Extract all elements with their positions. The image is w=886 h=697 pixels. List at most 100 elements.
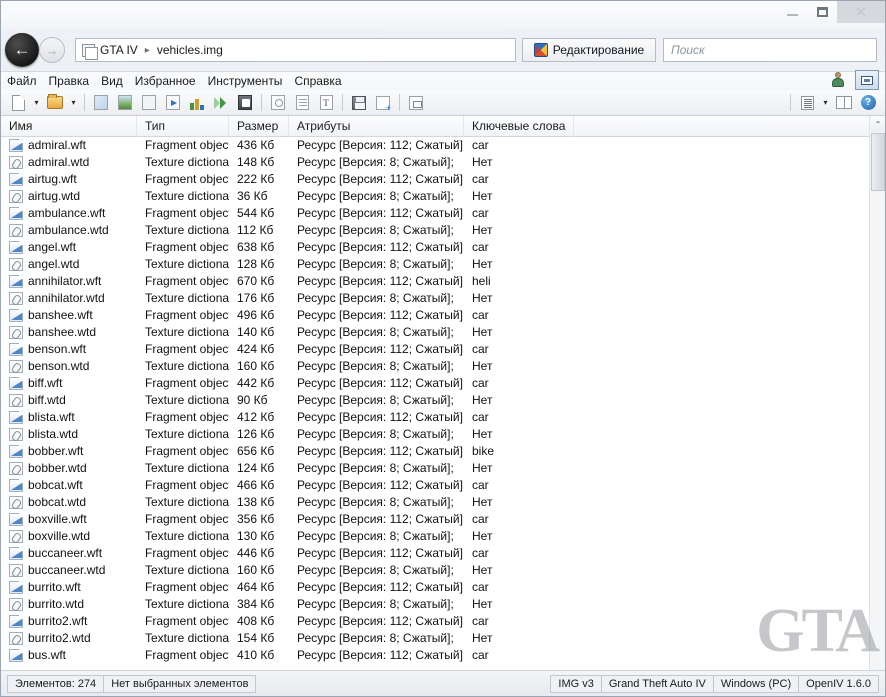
- menu-item-help[interactable]: Справка: [294, 74, 341, 88]
- table-row[interactable]: bobber.wft Fragment object 656 Кб Ресурс [В…: [1, 443, 885, 460]
- cell-size: 356 Кб: [237, 512, 275, 526]
- table-row[interactable]: burrito2.wft Fragment object 408 Кб Ресурс …: [1, 613, 885, 630]
- forward-button[interactable]: →: [39, 37, 65, 63]
- cell-name: airtug.wtd: [1, 188, 137, 205]
- file-name: angel.wtd: [28, 257, 80, 271]
- new-file-button[interactable]: [7, 92, 29, 113]
- table-row[interactable]: boxville.wft Fragment object 356 Кб Ресурс …: [1, 511, 885, 528]
- table-row[interactable]: buccaneer.wtd Texture dictionary 160 Кб Рес…: [1, 562, 885, 579]
- table-row[interactable]: burrito2.wtd Texture dictionary 154 Кб Ресу…: [1, 630, 885, 647]
- menu-item-edit[interactable]: Правка: [49, 74, 90, 88]
- column-header-attributes[interactable]: Атрибуты: [289, 115, 464, 137]
- table-row[interactable]: airtug.wtd Texture dictionary 36 Кб Ресурс …: [1, 188, 885, 205]
- table-row[interactable]: angel.wtd Texture dictionary 128 Кб Ресурс …: [1, 256, 885, 273]
- table-row[interactable]: banshee.wft Fragment object 496 Кб Ресурс […: [1, 307, 885, 324]
- breadcrumb-current[interactable]: vehicles.img: [157, 43, 223, 57]
- column-header-size[interactable]: Размер: [229, 115, 289, 137]
- archive-icon: [82, 43, 98, 60]
- import-button[interactable]: [372, 92, 394, 113]
- file-name: airtug.wft: [28, 172, 77, 186]
- vertical-scrollbar[interactable]: ⌃: [869, 116, 885, 670]
- menu-item-favorites[interactable]: Избранное: [135, 74, 196, 88]
- text-editor-button[interactable]: T: [315, 92, 337, 113]
- cell-name: annihilator.wtd: [1, 290, 137, 307]
- color-chart-button[interactable]: [186, 92, 208, 113]
- column-header-name[interactable]: Имя: [1, 115, 137, 137]
- preview-button[interactable]: [267, 92, 289, 113]
- open-dropdown-caret-icon[interactable]: ▾: [68, 98, 79, 107]
- table-row[interactable]: ambulance.wft Fragment object 544 Кб Ресурс…: [1, 205, 885, 222]
- cell-keywords: Нет: [472, 393, 493, 407]
- minimize-icon: [786, 14, 798, 16]
- cell-type: Texture dictionary: [145, 393, 229, 407]
- table-row[interactable]: boxville.wtd Texture dictionary 130 Кб Ресу…: [1, 528, 885, 545]
- cell-name: bobber.wft: [1, 443, 137, 460]
- table-row[interactable]: admiral.wtd Texture dictionary 148 Кб Ресур…: [1, 154, 885, 171]
- cell-name: blista.wtd: [1, 426, 137, 443]
- table-row[interactable]: angel.wft Fragment object 638 Кб Ресурс [Ве…: [1, 239, 885, 256]
- cell-size: 544 Кб: [237, 206, 275, 220]
- table-row[interactable]: banshee.wtd Texture dictionary 140 Кб Ресур…: [1, 324, 885, 341]
- table-row[interactable]: bobcat.wtd Texture dictionary 138 Кб Ресурс…: [1, 494, 885, 511]
- view-model-button[interactable]: [90, 92, 112, 113]
- table-row[interactable]: biff.wft Fragment object 442 Кб Ресурс [Вер…: [1, 375, 885, 392]
- table-row[interactable]: ambulance.wtd Texture dictionary 112 Кб Рес…: [1, 222, 885, 239]
- new-file-dropdown-caret-icon[interactable]: ▾: [31, 98, 42, 107]
- cell-keywords: car: [472, 614, 489, 628]
- table-row[interactable]: bobcat.wft Fragment object 466 Кб Ресурс [В…: [1, 477, 885, 494]
- breadcrumb[interactable]: GTA IV ▸ vehicles.img: [75, 38, 516, 62]
- back-button[interactable]: ←: [5, 33, 39, 67]
- menu-item-view[interactable]: Вид: [101, 74, 123, 88]
- table-row[interactable]: airtug.wft Fragment object 222 Кб Ресурс [В…: [1, 171, 885, 188]
- cell-type: Texture dictionary: [145, 427, 229, 441]
- column-header-type[interactable]: Тип: [137, 115, 229, 137]
- rebuild-archive-button[interactable]: [234, 92, 256, 113]
- close-button[interactable]: ✕: [837, 1, 885, 23]
- preview-panel-toggle-button[interactable]: [855, 70, 879, 90]
- scroll-up-button[interactable]: ⌃: [870, 116, 885, 132]
- table-row[interactable]: benson.wtd Texture dictionary 160 Кб Ресурс…: [1, 358, 885, 375]
- menu-item-tools[interactable]: Инструменты: [208, 74, 283, 88]
- cell-attributes: Ресурс [Версия: 112; Сжатый];: [297, 410, 464, 424]
- table-row[interactable]: buccaneer.wft Fragment object 446 Кб Ресурс…: [1, 545, 885, 562]
- view-texture-button[interactable]: [114, 92, 136, 113]
- text-view-button[interactable]: [291, 92, 313, 113]
- table-row[interactable]: burrito.wtd Texture dictionary 384 Кб Ресур…: [1, 596, 885, 613]
- split-pane-button[interactable]: [833, 92, 855, 113]
- table-row[interactable]: blista.wft Fragment object 412 Кб Ресурс [В…: [1, 409, 885, 426]
- table-row[interactable]: biff.wtd Texture dictionary 90 Кб Ресурс [В…: [1, 392, 885, 409]
- cell-keywords: Нет: [472, 427, 493, 441]
- minimize-button[interactable]: [777, 1, 807, 23]
- open-folder-button[interactable]: [44, 92, 66, 113]
- table-row[interactable]: benson.wft Fragment object 424 Кб Ресурс [В…: [1, 341, 885, 358]
- table-row[interactable]: burrito.wft Fragment object 464 Кб Ресурс […: [1, 579, 885, 596]
- texture-dictionary-file-icon: [9, 632, 23, 645]
- user-account-icon[interactable]: [831, 72, 845, 88]
- table-row[interactable]: bobber.wtd Texture dictionary 124 Кб Ресурс…: [1, 460, 885, 477]
- cell-type: Fragment object: [145, 580, 229, 594]
- table-row[interactable]: annihilator.wtd Texture dictionary 176 Кб Р…: [1, 290, 885, 307]
- save-button[interactable]: [348, 92, 370, 113]
- address-bar: ← → GTA IV ▸ vehicles.img Редактирование…: [1, 29, 885, 71]
- view-collision-button[interactable]: [138, 92, 160, 113]
- view-mode-dropdown-caret-icon[interactable]: ▾: [820, 98, 831, 107]
- cell-keywords: Нет: [472, 223, 493, 237]
- play-audio-button[interactable]: [162, 92, 184, 113]
- edit-mode-button[interactable]: Редактирование: [522, 38, 656, 62]
- table-row[interactable]: bus.wft Fragment object 410 Кб Ресурс [Верс…: [1, 647, 885, 664]
- menu-item-file[interactable]: Файл: [7, 74, 37, 88]
- table-row[interactable]: blista.wtd Texture dictionary 126 Кб Ресурс…: [1, 426, 885, 443]
- table-row[interactable]: annihilator.wft Fragment object 670 Кб Ресу…: [1, 273, 885, 290]
- help-button[interactable]: ?: [857, 92, 879, 113]
- column-header-keywords[interactable]: Ключевые слова: [464, 115, 574, 137]
- run-button[interactable]: [210, 92, 232, 113]
- breadcrumb-root[interactable]: GTA IV: [100, 43, 138, 57]
- cell-name: burrito2.wft: [1, 613, 137, 630]
- search-input[interactable]: Поиск: [663, 38, 877, 62]
- maximize-button[interactable]: [807, 1, 837, 23]
- table-row[interactable]: admiral.wft Fragment object 436 Кб Ресурс […: [1, 137, 885, 154]
- export-button[interactable]: [405, 92, 427, 113]
- toolbar-right-group: ▾ ?: [787, 92, 879, 113]
- scrollbar-thumb[interactable]: [871, 133, 885, 191]
- view-mode-button[interactable]: [796, 92, 818, 113]
